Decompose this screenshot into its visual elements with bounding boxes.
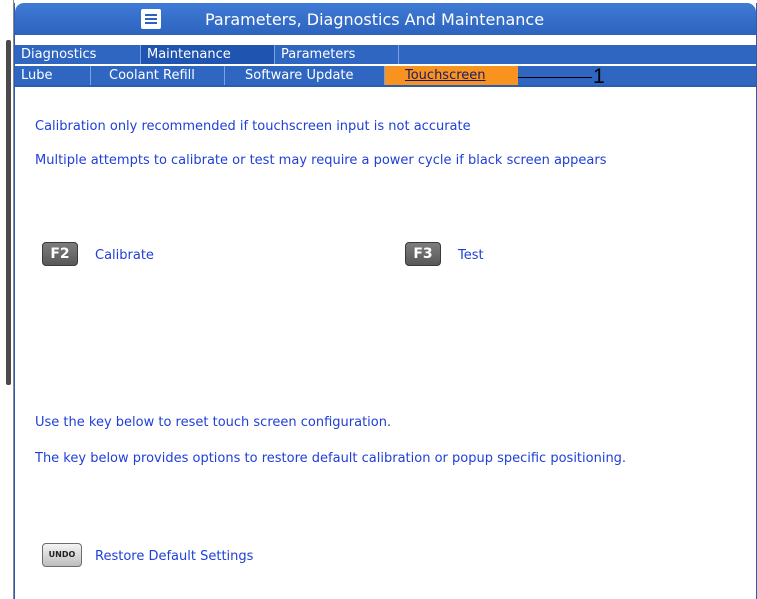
- secondary-tab-bar: Lube Coolant Refill Software Update Touc…: [15, 66, 756, 87]
- title-bar: Parameters, Diagnostics And Maintenance: [15, 3, 756, 35]
- touchscreen-content: Calibration only recommended if touchscr…: [15, 89, 756, 599]
- left-scroll-bar[interactable]: [6, 40, 11, 385]
- test-label: Test: [458, 248, 484, 263]
- callout-number: 1: [593, 65, 605, 88]
- tab-maintenance[interactable]: Maintenance: [141, 45, 275, 64]
- tab-lube[interactable]: Lube: [15, 66, 91, 85]
- restore-options-note: The key below provides options to restor…: [35, 451, 627, 466]
- tab-parameters[interactable]: Parameters: [275, 45, 399, 64]
- calibration-note: Calibration only recommended if touchscr…: [35, 119, 471, 134]
- f3-key-button[interactable]: F3: [405, 242, 441, 266]
- window-title: Parameters, Diagnostics And Maintenance: [205, 10, 545, 29]
- left-frame: [0, 0, 14, 599]
- undo-key-button[interactable]: UNDO: [42, 543, 82, 567]
- tab-software-update[interactable]: Software Update: [225, 66, 385, 85]
- hamburger-menu-icon[interactable]: [141, 9, 161, 29]
- calibrate-label: Calibrate: [95, 248, 154, 263]
- primary-tab-bar: Diagnostics Maintenance Parameters: [15, 45, 756, 64]
- callout-leader-line: [518, 77, 592, 78]
- restore-default-label: Restore Default Settings: [95, 549, 254, 564]
- main-panel: Parameters, Diagnostics And Maintenance …: [14, 3, 757, 599]
- f2-key-button[interactable]: F2: [42, 242, 78, 266]
- tab-diagnostics[interactable]: Diagnostics: [15, 45, 141, 64]
- tab-coolant-refill[interactable]: Coolant Refill: [91, 66, 225, 85]
- reset-config-note: Use the key below to reset touch screen …: [35, 415, 392, 430]
- tab-touchscreen[interactable]: Touchscreen: [385, 66, 518, 85]
- power-cycle-note: Multiple attempts to calibrate or test m…: [35, 153, 607, 168]
